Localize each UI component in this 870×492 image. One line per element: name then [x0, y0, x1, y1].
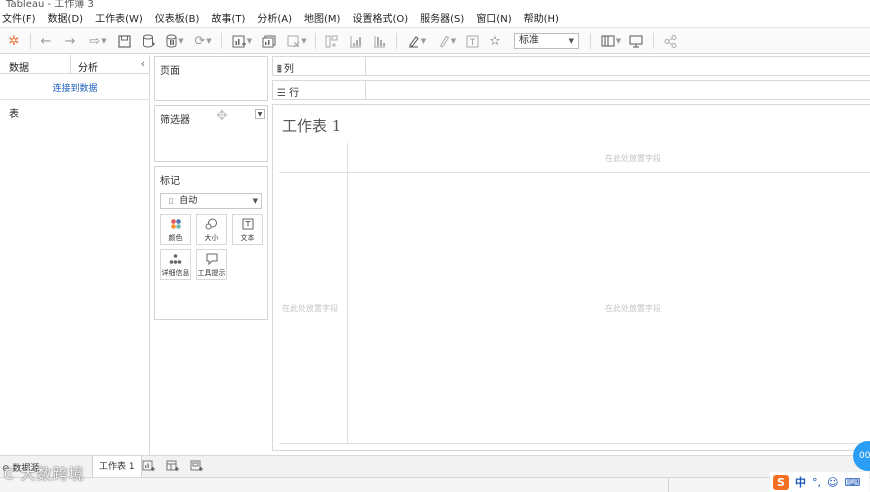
close-icon[interactable]: ✕ — [6, 0, 860, 5]
rows-shelf-label: ☰ 行 — [277, 88, 300, 99]
color-button[interactable]: 颜色 — [160, 214, 191, 245]
drop-field-rows[interactable]: 在此处放置字段 — [282, 303, 338, 314]
text-button[interactable]: 文本 — [232, 214, 263, 245]
new-worksheet-icon[interactable]: ▼ — [228, 32, 256, 50]
tables-label: 表 — [9, 109, 19, 120]
collapse-pane-icon[interactable]: ‹ — [141, 57, 145, 70]
sort-ascending-icon[interactable] — [346, 32, 364, 50]
fit-select-value: 标准 — [519, 35, 539, 46]
new-story-tab-icon[interactable] — [190, 460, 203, 475]
pages-card[interactable]: 页面 — [154, 56, 268, 101]
sort-descending-icon[interactable] — [370, 32, 388, 50]
drop-field-columns[interactable]: 在此处放置字段 — [605, 153, 661, 164]
show-cards-icon[interactable]: ▼ — [598, 32, 624, 50]
menu-analysis[interactable]: 分析(A) — [257, 10, 292, 25]
columns-shelf[interactable]: ⦙⦙⦙ 列 — [272, 56, 870, 76]
watermark-text: 大数跨境 — [20, 465, 85, 483]
text-icon — [233, 218, 262, 231]
tab-worksheet-1[interactable]: 工作表 1 — [92, 456, 142, 478]
detail-icon — [161, 253, 190, 266]
refresh-icon[interactable]: ⟳ ▼ — [190, 32, 216, 50]
emoji-icon[interactable]: ☺ — [827, 476, 838, 489]
undo-icon[interactable]: ← — [37, 32, 55, 50]
fit-select[interactable]: 标准 ▼ — [514, 33, 579, 49]
rows-icon: ☰ — [277, 88, 286, 99]
color-label: 颜色 — [168, 234, 183, 242]
tooltip-button[interactable]: 工具提示 — [196, 249, 227, 280]
marks-card-title: 标记 — [160, 176, 180, 187]
show-mark-labels-icon[interactable] — [463, 32, 481, 50]
menu-dashboard[interactable]: 仪表板(B) — [155, 10, 200, 25]
watermark-logo-icon: Ͼ — [4, 467, 15, 483]
menu-data[interactable]: 数据(D) — [48, 10, 84, 25]
detail-button[interactable]: 详细信息 — [160, 249, 191, 280]
menu-bar: 文件(F) 数据(D) 工作表(W) 仪表板(B) 故事(T) 分析(A) 地图… — [0, 9, 870, 26]
ime-language[interactable]: 中 — [795, 474, 806, 490]
menu-map[interactable]: 地图(M) — [304, 10, 340, 25]
card-menu-icon[interactable]: ▼ — [255, 109, 265, 119]
mark-type-value: 自动 — [179, 196, 198, 206]
filters-card[interactable]: 筛选器 ✥ ▼ — [154, 105, 268, 162]
title-bar: Tableau - 工作簿 3 ✕ — [0, 0, 870, 8]
toolbar: ✲ ← → ⇨ ▼ ▼ ⟳ ▼ ▼ ▼ ▼ ▼ ✫ 标准 ▼ ▼ — [0, 27, 870, 72]
data-pane: 数据 分析 ‹ 连接到数据 表 — [0, 55, 150, 455]
detail-label: 详细信息 — [161, 269, 190, 277]
sheet-title[interactable]: 工作表 1 — [282, 115, 341, 136]
menu-window[interactable]: 窗口(N) — [476, 10, 511, 25]
pause-updates-icon[interactable]: ▼ — [162, 32, 188, 50]
color-icon — [161, 218, 190, 231]
fix-axes-icon[interactable]: ✫ — [486, 32, 504, 50]
pages-card-title: 页面 — [160, 66, 180, 77]
worksheet-canvas[interactable]: 工作表 1 在此处放置字段 在此处放置字段 在此处放置字段 — [272, 104, 870, 451]
size-icon — [197, 218, 226, 231]
watermark-logo: Ͼ 大数跨境 — [4, 463, 85, 484]
clear-sheet-icon[interactable]: ▼ — [284, 32, 310, 50]
menu-server[interactable]: 服务器(S) — [420, 10, 464, 25]
tooltip-icon — [197, 253, 226, 266]
menu-file[interactable]: 文件(F) — [2, 10, 36, 25]
punctuation-icon[interactable]: °, — [812, 476, 821, 489]
sogou-logo-icon: S — [773, 474, 789, 490]
tab-data[interactable]: 数据 — [9, 59, 29, 74]
menu-help[interactable]: 帮助(H) — [524, 10, 559, 25]
tooltip-label: 工具提示 — [197, 269, 226, 277]
new-datasource-icon[interactable] — [139, 32, 157, 50]
duplicate-sheet-icon[interactable] — [260, 32, 278, 50]
move-cursor-icon: ✥ — [216, 108, 228, 124]
menu-story[interactable]: 故事(T) — [211, 10, 245, 25]
share-icon[interactable] — [661, 32, 679, 50]
new-worksheet-tab-icon[interactable] — [142, 460, 155, 475]
sheet-tab-bar: ⊖ 数据源 工作表 1 — [0, 455, 870, 478]
new-dashboard-tab-icon[interactable] — [166, 460, 179, 475]
pane-tabs: 数据 分析 ‹ — [0, 55, 150, 74]
columns-icon: ⦙⦙⦙ — [277, 64, 282, 75]
swap-rows-columns-icon[interactable] — [322, 32, 340, 50]
drop-field-view[interactable]: 在此处放置字段 — [605, 303, 661, 314]
status-bar — [0, 477, 870, 492]
tableau-logo-icon[interactable]: ✲ — [5, 32, 23, 50]
mark-type-select[interactable]: ▯ 自动 ▼ — [160, 193, 262, 209]
size-label: 大小 — [204, 234, 219, 242]
tab-analysis[interactable]: 分析 — [78, 59, 98, 74]
redo-icon[interactable]: → — [61, 32, 79, 50]
group-members-icon[interactable]: ▼ — [434, 32, 460, 50]
rows-shelf[interactable]: ☰ 行 — [272, 80, 870, 100]
marks-card[interactable]: 标记 ▯ 自动 ▼ 颜色 大小 文本 详细信息 工具提示 — [154, 166, 268, 320]
size-button[interactable]: 大小 — [196, 214, 227, 245]
replay-icon[interactable]: ⇨ ▼ — [85, 32, 111, 50]
ime-toolbar[interactable]: S 中 °, ☺ ⌨ — [770, 472, 870, 492]
keyboard-icon[interactable]: ⌨ — [844, 476, 860, 489]
menu-worksheet[interactable]: 工作表(W) — [95, 10, 143, 25]
automatic-mark-icon: ▯ — [169, 196, 174, 205]
filters-card-title: 筛选器 — [160, 115, 190, 126]
presentation-mode-icon[interactable] — [627, 32, 645, 50]
menu-format[interactable]: 设置格式(O) — [352, 10, 408, 25]
chevron-down-icon: ▼ — [568, 37, 574, 45]
columns-shelf-label: ⦙⦙⦙ 列 — [277, 64, 294, 75]
text-label: 文本 — [240, 234, 255, 242]
highlight-icon[interactable]: ▼ — [404, 32, 430, 50]
chevron-down-icon: ▼ — [252, 197, 258, 205]
save-icon[interactable] — [115, 32, 133, 50]
connect-to-data-link[interactable]: 连接到数据 — [0, 81, 150, 94]
